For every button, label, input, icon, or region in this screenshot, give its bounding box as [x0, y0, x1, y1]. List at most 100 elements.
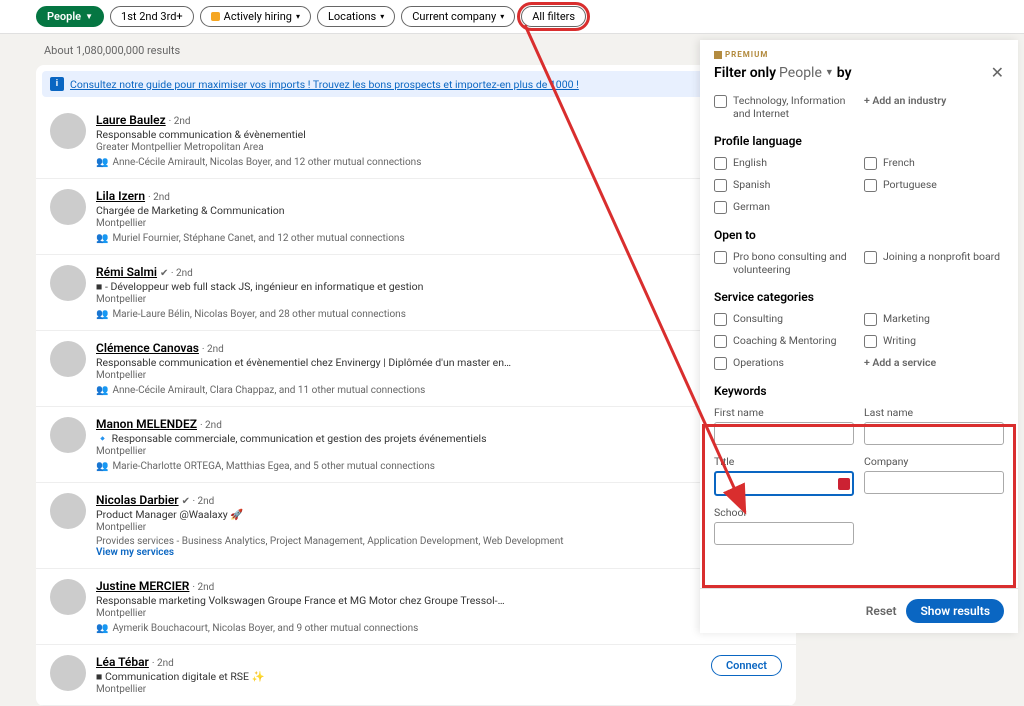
- search-result: Lila Izern · 2nd Chargée de Marketing & …: [36, 179, 796, 255]
- lang-spanish-checkbox[interactable]: Spanish: [714, 178, 854, 192]
- premium-badge: PREMIUM: [714, 50, 1004, 59]
- connection-degree: ✔ · 2nd: [160, 268, 193, 279]
- caret-down-icon: ▼: [825, 67, 834, 78]
- view-services-link[interactable]: View my services: [96, 547, 701, 558]
- open-to-heading: Open to: [714, 228, 1004, 242]
- search-result: Clémence Canovas · 2nd Responsable commu…: [36, 331, 796, 407]
- avatar[interactable]: [50, 113, 86, 149]
- lang-french-checkbox[interactable]: French: [864, 156, 1004, 170]
- title-input[interactable]: [714, 471, 854, 496]
- result-headline: ■ Communication digitale et RSE ✨: [96, 670, 701, 683]
- result-headline: Responsable communication et évènementie…: [96, 356, 701, 369]
- guide-link[interactable]: Consultez notre guide pour maximiser vos…: [70, 78, 579, 91]
- svc-operations-checkbox[interactable]: Operations: [714, 356, 854, 370]
- lang-portuguese-checkbox[interactable]: Portuguese: [864, 178, 1004, 192]
- svc-coaching-checkbox[interactable]: Coaching & Mentoring: [714, 334, 854, 348]
- school-label: School: [714, 506, 854, 519]
- avatar[interactable]: [50, 493, 86, 529]
- search-result: Nicolas Darbier ✔ · 2nd Product Manager …: [36, 483, 796, 569]
- connection-degree: ✔ · 2nd: [182, 496, 215, 507]
- filter-entity-select[interactable]: People ▼: [779, 65, 834, 81]
- result-location: Montpellier: [96, 608, 701, 619]
- search-result: Manon MELENDEZ · 2nd 🔹 Responsable comme…: [36, 407, 796, 483]
- connection-degree: · 2nd: [200, 420, 222, 431]
- open-probono-checkbox[interactable]: Pro bono consulting and volunteering: [714, 250, 854, 276]
- avatar[interactable]: [50, 341, 86, 377]
- mutual-connections: 👥Anne-Cécile Amirault, Nicolas Boyer, an…: [96, 157, 701, 168]
- service-categories-heading: Service categories: [714, 290, 1004, 304]
- result-headline: Responsable marketing Volkswagen Groupe …: [96, 594, 701, 607]
- filter-bar: People ▼ 1st 2nd 3rd+ Actively hiring ▾ …: [0, 0, 1024, 34]
- first-name-input[interactable]: [714, 422, 854, 445]
- last-name-label: Last name: [864, 406, 1004, 419]
- first-name-label: First name: [714, 406, 854, 419]
- avatar[interactable]: [50, 579, 86, 615]
- mutual-connections: 👥Marie-Charlotte ORTEGA, Matthias Egea, …: [96, 461, 701, 472]
- search-result: Rémi Salmi ✔ · 2nd ■ - Développeur web f…: [36, 255, 796, 331]
- connection-degree: · 2nd: [152, 658, 174, 669]
- result-name-link[interactable]: Léa Tébar: [96, 655, 149, 669]
- caret-down-icon: ▼: [85, 12, 93, 21]
- people-icon: 👥: [96, 309, 108, 320]
- reset-button[interactable]: Reset: [866, 604, 897, 618]
- caret-down-icon: ▾: [296, 12, 300, 21]
- result-location: Montpellier: [96, 684, 701, 695]
- caret-down-icon: ▾: [380, 12, 384, 21]
- avatar[interactable]: [50, 265, 86, 301]
- result-name-link[interactable]: Justine MERCIER: [96, 579, 189, 593]
- connect-button[interactable]: Connect: [711, 655, 782, 676]
- result-location: Montpellier: [96, 522, 701, 533]
- people-filter-pill[interactable]: People ▼: [36, 6, 104, 27]
- last-name-input[interactable]: [864, 422, 1004, 445]
- add-industry-button[interactable]: + Add an industry: [864, 94, 1004, 120]
- result-headline: 🔹 Responsable commerciale, communication…: [96, 432, 701, 445]
- industry-checkbox[interactable]: Technology, Information and Internet: [714, 94, 854, 120]
- current-company-filter-pill[interactable]: Current company ▾: [401, 6, 515, 27]
- result-name-link[interactable]: Manon MELENDEZ: [96, 417, 197, 431]
- locations-filter-pill[interactable]: Locations ▾: [317, 6, 395, 27]
- lang-german-checkbox[interactable]: German: [714, 200, 854, 214]
- result-location: Montpellier: [96, 370, 701, 381]
- avatar[interactable]: [50, 189, 86, 225]
- guide-banner: i Consultez notre guide pour maximiser v…: [42, 71, 790, 97]
- search-result: Léa Tébar · 2nd ■ Communication digitale…: [36, 645, 796, 706]
- lang-english-checkbox[interactable]: English: [714, 156, 854, 170]
- connections-filter-pill[interactable]: 1st 2nd 3rd+: [110, 6, 194, 27]
- info-icon: i: [50, 77, 64, 91]
- hiring-filter-pill[interactable]: Actively hiring ▾: [200, 6, 311, 27]
- avatar[interactable]: [50, 417, 86, 453]
- people-icon: 👥: [96, 623, 108, 634]
- result-name-link[interactable]: Nicolas Darbier: [96, 493, 179, 507]
- results-list: i Consultez notre guide pour maximiser v…: [36, 65, 796, 706]
- result-headline: Product Manager @Waalaxy 🚀: [96, 508, 701, 521]
- keywords-heading: Keywords: [714, 384, 1004, 398]
- all-filters-button[interactable]: All filters: [521, 6, 586, 27]
- result-name-link[interactable]: Rémi Salmi: [96, 265, 157, 279]
- hiring-icon: [211, 12, 220, 21]
- svc-marketing-checkbox[interactable]: Marketing: [864, 312, 1004, 326]
- search-result: Laure Baulez · 2nd Responsable communica…: [36, 103, 796, 179]
- result-location: Montpellier: [96, 446, 701, 457]
- avatar[interactable]: [50, 655, 86, 691]
- connection-degree: · 2nd: [148, 192, 170, 203]
- svc-writing-checkbox[interactable]: Writing: [864, 334, 1004, 348]
- result-name-link[interactable]: Laure Baulez: [96, 113, 166, 127]
- result-location: Montpellier: [96, 218, 701, 229]
- search-result: Justine MERCIER · 2nd Responsable market…: [36, 569, 796, 645]
- result-location: Greater Montpellier Metropolitan Area: [96, 142, 701, 153]
- result-name-link[interactable]: Lila Izern: [96, 189, 145, 203]
- add-service-button[interactable]: + Add a service: [864, 356, 1004, 370]
- show-results-button[interactable]: Show results: [906, 599, 1004, 623]
- company-input[interactable]: [864, 471, 1004, 494]
- school-input[interactable]: [714, 522, 854, 545]
- result-location: Montpellier: [96, 294, 701, 305]
- services-line: Provides services - Business Analytics, …: [96, 536, 701, 547]
- svc-consulting-checkbox[interactable]: Consulting: [714, 312, 854, 326]
- people-icon: 👥: [96, 157, 108, 168]
- connection-degree: · 2nd: [202, 344, 224, 355]
- filter-panel-title: Filter only: [714, 65, 776, 81]
- result-name-link[interactable]: Clémence Canovas: [96, 341, 199, 355]
- close-icon[interactable]: ✕: [991, 63, 1004, 82]
- people-icon: 👥: [96, 233, 108, 244]
- open-board-checkbox[interactable]: Joining a nonprofit board: [864, 250, 1004, 276]
